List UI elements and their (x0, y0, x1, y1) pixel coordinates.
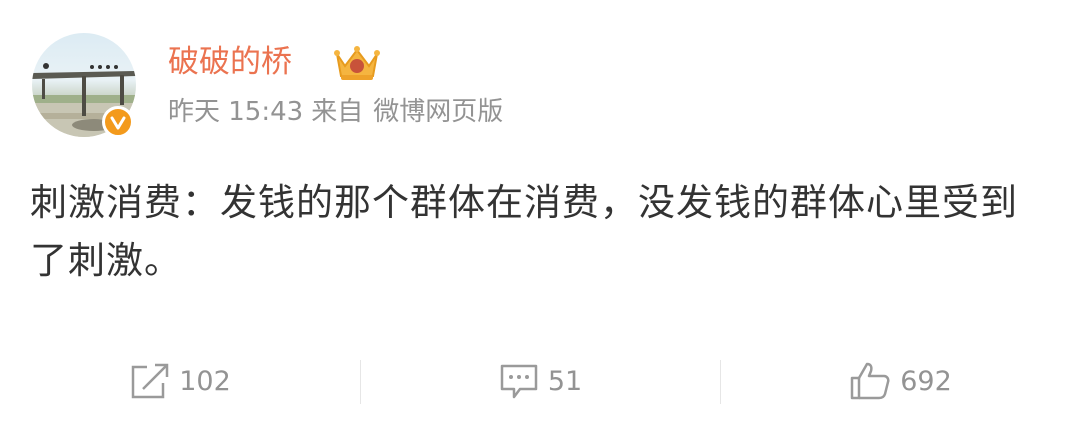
comment-count: 51 (547, 365, 583, 397)
source-prefix: 来自 (311, 97, 364, 127)
username[interactable]: 破破的桥 (168, 40, 292, 84)
thumbs-up-icon (850, 362, 890, 400)
post-meta: 昨天 15:43 来自 微博网页版 (168, 94, 511, 130)
crown-vip-icon[interactable] (331, 44, 383, 84)
comment-icon (500, 364, 538, 399)
like-count: 692 (900, 365, 952, 397)
share-icon (131, 363, 169, 399)
comment-button[interactable]: 51 (360, 348, 720, 414)
repost-count: 102 (179, 365, 231, 397)
action-bar: 102 51 692 (0, 348, 1080, 414)
avatar[interactable] (32, 33, 136, 138)
post-source[interactable]: 微博网页版 (373, 97, 503, 127)
post-text: 刺激消费：发钱的那个群体在消费，没发钱的群体心里受到了刺激。 (30, 181, 1018, 282)
like-button[interactable]: 692 (720, 348, 1080, 414)
post-time: 昨天 15:43 (168, 97, 304, 127)
repost-button[interactable]: 102 (0, 348, 360, 414)
verified-badge-icon (102, 106, 134, 138)
